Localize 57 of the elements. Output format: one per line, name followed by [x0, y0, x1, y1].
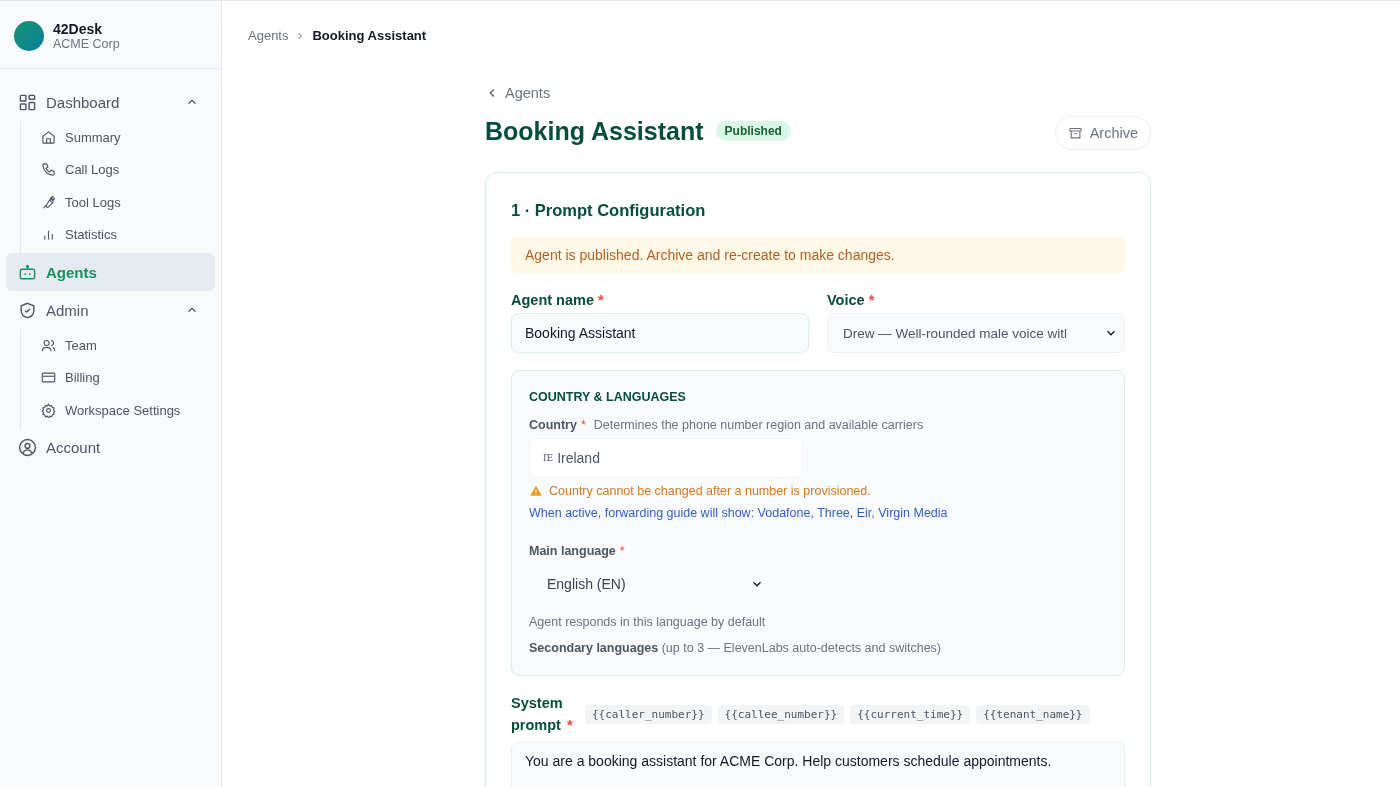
field-label: Agent name [511, 292, 594, 308]
wrench-icon [41, 194, 56, 210]
robot-icon [18, 262, 37, 282]
phone-icon [41, 162, 56, 178]
sidebar-item[interactable]: Admin [6, 291, 215, 329]
warning-icon [529, 484, 543, 498]
settings-icon [41, 402, 56, 418]
field-label: System prompt [511, 694, 563, 735]
users-icon [41, 337, 56, 353]
status-badge: Published [715, 121, 791, 141]
organization-name: ACME Corp [53, 37, 120, 51]
variable-chip[interactable]: {{caller_number}} [585, 704, 712, 724]
sidebar-subitem[interactable]: Billing [21, 361, 215, 394]
secondary-languages-label: Secondary languages (up to 3 — ElevenLabs auto-detects and switches) [529, 641, 942, 655]
required-mark: * [868, 292, 875, 308]
breadcrumb-current: Booking Assistant [312, 28, 427, 43]
info-text: When active, forwarding guide will show: Vodafone, Three, Eir, Virgin Media [529, 506, 949, 520]
required-mark: * [567, 717, 573, 733]
home-icon [41, 129, 56, 145]
system-prompt-field[interactable]: You are a booking assistant for ACME Corp. Help customers schedule appointments. [511, 742, 1125, 787]
field-label: Voice [827, 292, 865, 308]
card-icon [41, 370, 56, 386]
brand-name: 42Desk [53, 21, 104, 37]
logo-icon [14, 21, 44, 51]
variable-chip[interactable]: {{current_time}} [850, 704, 971, 724]
notice-banner: Agent is published. Archive and re-create to make changes. [511, 237, 1125, 273]
warning-text: Country cannot be changed after a number is provisioned. [549, 484, 871, 498]
sidebar-subitem[interactable]: Call Logs [21, 153, 215, 186]
user-circle-icon [18, 438, 37, 457]
sidebar-subitem[interactable]: Team [21, 329, 215, 362]
agent-name-field[interactable]: Booking Assistant [511, 313, 809, 353]
voice-select[interactable]: Drew — Well-rounded male voice witl [827, 313, 1125, 353]
variable-chip[interactable]: {{tenant_name}} [976, 704, 1090, 724]
field-label: Country [529, 418, 577, 432]
required-mark: * [619, 544, 625, 558]
field-label: Main language [529, 544, 616, 558]
sidebar-subitem[interactable]: Tool Logs [21, 186, 215, 219]
grid-icon [18, 92, 37, 112]
panel-heading: COUNTRY & LANGUAGES [529, 390, 687, 404]
sidebar-item[interactable]: Dashboard [6, 83, 215, 121]
sidebar-subitem[interactable]: Workspace Settings [21, 394, 215, 427]
sidebar-item[interactable]: Account [6, 428, 215, 467]
sidebar-subitem[interactable]: Statistics [21, 218, 215, 251]
required-mark: * [598, 292, 604, 308]
required-mark: * [580, 418, 586, 432]
page-title: Booking Assistant [485, 116, 704, 146]
sidebar-subitem[interactable]: Summary [21, 121, 215, 154]
country-field[interactable]: IE Ireland [529, 438, 803, 478]
field-hint: Agent responds in this language by default [529, 615, 767, 629]
shield-icon [18, 300, 37, 320]
breadcrumb-link[interactable]: Agents [248, 28, 289, 43]
field-hint: Determines the phone number region and available carriers [593, 418, 924, 432]
archive-icon [1067, 125, 1083, 141]
section-title: 1 · Prompt Configuration [511, 201, 707, 220]
variable-chip[interactable]: {{callee_number}} [717, 704, 845, 724]
archive-button[interactable]: Archive [1054, 116, 1151, 150]
back-link[interactable]: Agents [485, 85, 551, 101]
